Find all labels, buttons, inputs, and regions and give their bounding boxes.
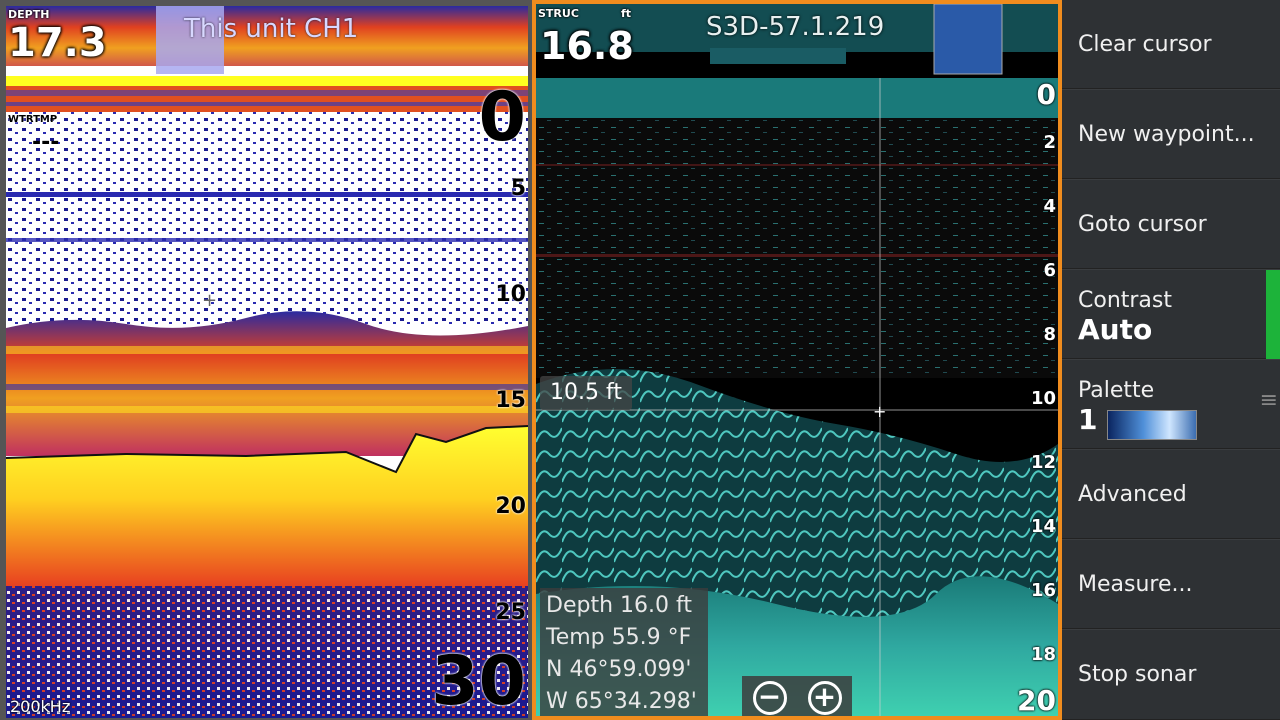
scale-label: 5 — [510, 176, 526, 201]
palette-value: 1 — [1078, 403, 1098, 436]
scale-label: 10 — [495, 282, 526, 307]
struc-depth-readout: 16.8 — [540, 24, 634, 68]
scale-label: 18 — [1030, 644, 1056, 665]
menu-icon: ≡ — [1259, 388, 1278, 413]
menu-item-contrast[interactable]: Contrast Auto — [1062, 270, 1280, 359]
cursor-info-panel: Depth 16.0 ft Temp 55.9 °F N 46°59.099' … — [540, 588, 708, 716]
frequency-label: 200kHz — [10, 697, 71, 716]
info-latitude: N 46°59.099' — [546, 657, 692, 682]
menu-item-palette[interactable]: Palette 1 ≡ — [1062, 360, 1280, 449]
zoom-controls: − + — [742, 676, 852, 716]
scale-label: 16 — [1030, 580, 1056, 601]
source-title: S3D-57.1.219 — [706, 12, 885, 42]
zoom-in-button[interactable]: + — [807, 681, 842, 715]
menu-item-label: Contrast — [1078, 288, 1173, 313]
struc-label: STRUC — [538, 7, 579, 20]
scale-label: 8 — [1043, 324, 1056, 345]
zoom-out-button[interactable]: − — [752, 681, 787, 715]
contrast-active-indicator — [1266, 270, 1280, 359]
menu-item-label: Stop sonar — [1078, 662, 1197, 687]
scale-label: 25 — [495, 600, 526, 625]
scale-label: 4 — [1043, 196, 1056, 217]
scale-label: 2 — [1043, 132, 1056, 153]
unit-label: This unit CH1 — [184, 14, 359, 44]
menu-item-goto-cursor[interactable]: Goto cursor — [1062, 180, 1280, 269]
scale-label: 20 — [495, 494, 526, 519]
menu-item-label: New waypoint... — [1078, 121, 1255, 147]
menu-item-measure[interactable]: Measure... — [1062, 540, 1280, 629]
menu-item-label: Palette — [1078, 378, 1155, 403]
menu-item-label: Goto cursor — [1078, 211, 1207, 237]
menu-item-new-waypoint[interactable]: New waypoint... — [1062, 90, 1280, 179]
scale-label: 15 — [495, 388, 526, 413]
scale-label: 30 — [431, 642, 526, 718]
contrast-value: Auto — [1078, 313, 1153, 346]
info-longitude: W 65°34.298' — [546, 689, 697, 714]
menu-item-stop-sonar[interactable]: Stop sonar — [1062, 630, 1280, 720]
menu-item-label: Clear cursor — [1078, 31, 1212, 57]
sonar-2d-echogram: + — [6, 6, 528, 718]
scale-label: 20 — [1017, 684, 1056, 717]
context-menu: Clear cursor New waypoint... Goto cursor… — [1062, 0, 1280, 720]
cursor-depth-label: 10.5 ft — [540, 376, 632, 410]
scale-label: 14 — [1030, 516, 1056, 537]
water-temp-value: --- — [32, 130, 60, 155]
menu-item-label: Measure... — [1078, 571, 1193, 597]
palette-swatch — [1106, 409, 1197, 440]
menu-item-label: Advanced — [1078, 481, 1187, 507]
menu-item-advanced[interactable]: Advanced — [1062, 450, 1280, 539]
info-depth: Depth 16.0 ft — [546, 593, 692, 618]
scale-label: 10 — [1030, 388, 1056, 409]
sonar-2d-pane[interactable]: + DEPTH 17.3 This unit CH1 WTRTMP --- 0 … — [0, 0, 532, 720]
depth-readout: 17.3 — [8, 20, 107, 66]
scale-label: 0 — [478, 78, 526, 157]
sonar-2d-view[interactable]: + DEPTH 17.3 This unit CH1 WTRTMP --- 0 … — [6, 6, 528, 718]
scale-label: 6 — [1043, 260, 1056, 281]
svg-text:+: + — [873, 402, 886, 421]
scale-label: 0 — [1036, 78, 1056, 111]
menu-item-clear-cursor[interactable]: Clear cursor — [1062, 0, 1280, 89]
sonar-display: + DEPTH 17.3 This unit CH1 WTRTMP --- 0 … — [0, 0, 1280, 720]
depth-unit: ft — [621, 7, 632, 20]
structurescan-pane[interactable]: + STRUC ft 16.8 S3D-57.1.219 0 2 4 6 8 1… — [532, 0, 1062, 720]
info-temp: Temp 55.9 °F — [546, 625, 692, 650]
water-temp-label: WTRTMP — [8, 114, 58, 125]
svg-text:+: + — [202, 290, 217, 311]
scale-label: 12 — [1030, 452, 1056, 473]
